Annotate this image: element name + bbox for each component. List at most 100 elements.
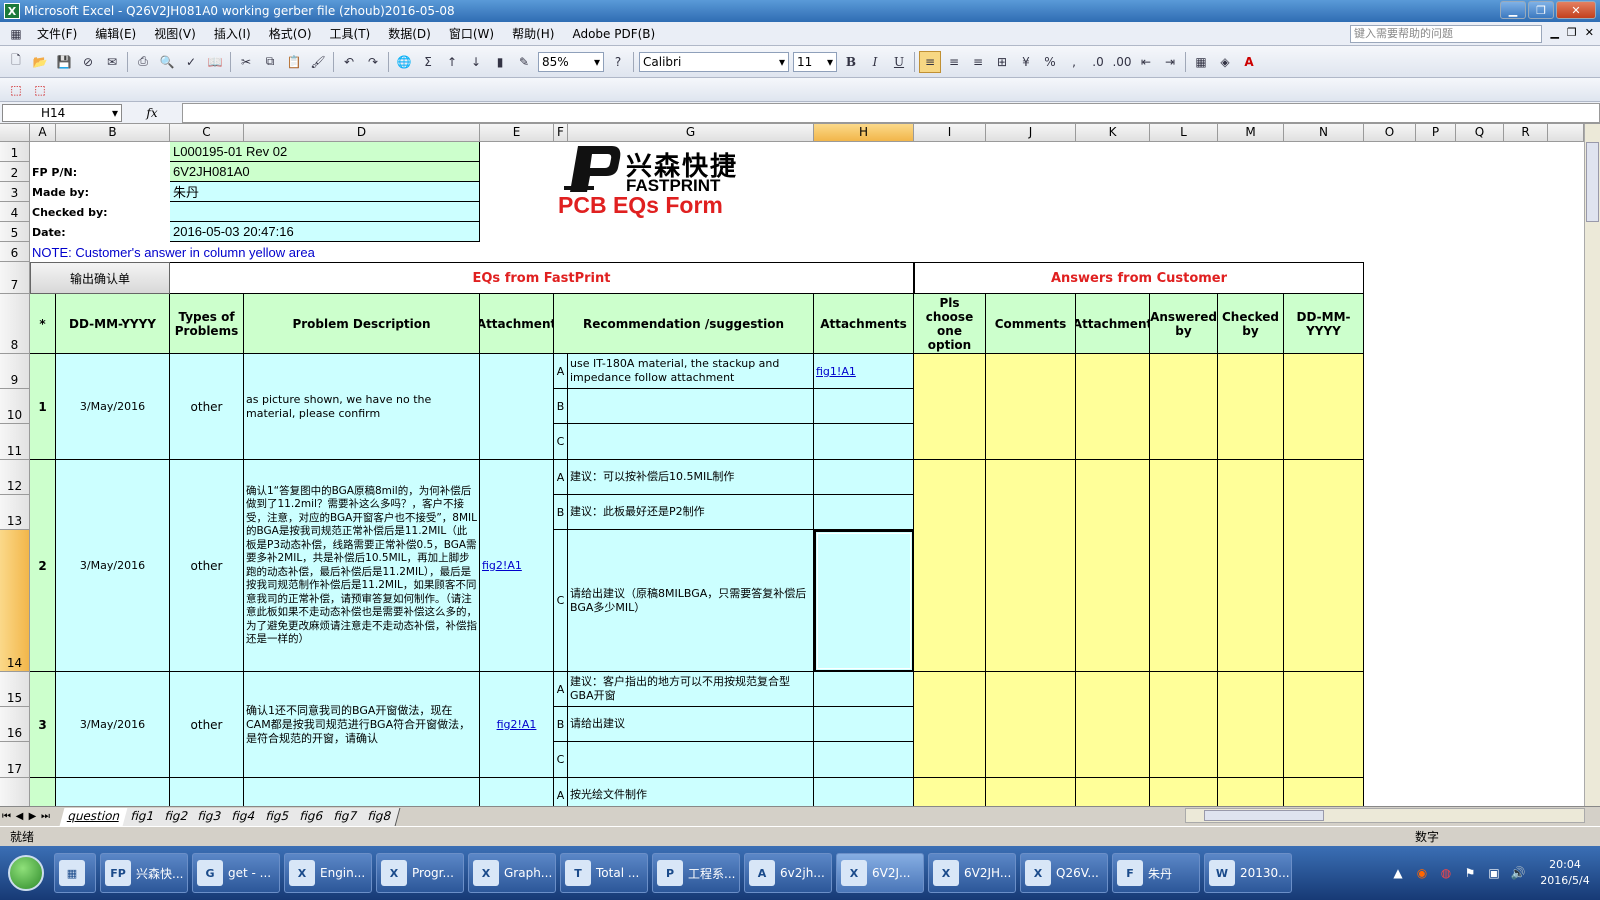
menu-help[interactable]: 帮助(H) bbox=[503, 25, 563, 42]
option-text[interactable]: use IT-180A material, the stackup and im… bbox=[568, 354, 814, 389]
answer-attachment-cell[interactable] bbox=[1076, 354, 1150, 460]
row-header[interactable]: 17 bbox=[0, 742, 30, 778]
fp-pn-cell[interactable]: 6V2JH081A0 bbox=[170, 162, 480, 182]
col-header-m[interactable]: M bbox=[1218, 124, 1284, 142]
option-text[interactable]: 请给出建议 bbox=[568, 707, 814, 742]
menu-adobe-pdf[interactable]: Adobe PDF(B) bbox=[563, 27, 664, 41]
start-button[interactable] bbox=[0, 849, 52, 897]
taskbar-item[interactable]: X Graph... bbox=[468, 853, 556, 893]
row-header[interactable]: 10 bbox=[0, 389, 30, 424]
restore-button[interactable]: ❐ bbox=[1528, 1, 1554, 19]
eq-problem[interactable]: 确认1“答复图中的BGA原稿8mil的，为何补偿后做到了11.2mil？需要补这… bbox=[244, 460, 480, 672]
menu-view[interactable]: 视图(V) bbox=[145, 25, 205, 42]
currency-icon[interactable]: ¥ bbox=[1015, 51, 1037, 73]
eq-type[interactable]: other bbox=[170, 354, 244, 460]
autosum-icon[interactable]: Σ bbox=[417, 51, 439, 73]
eq-type[interactable]: other bbox=[170, 672, 244, 778]
row-header[interactable]: 8 bbox=[0, 294, 30, 354]
worksheet-grid[interactable]: A B C D E F G H I J K L M N O P Q R 1 2 … bbox=[0, 124, 1584, 824]
col-header-s[interactable] bbox=[1548, 124, 1584, 142]
taskbar-item[interactable]: W 20130... bbox=[1204, 853, 1292, 893]
taskbar-item[interactable]: X Q26V... bbox=[1020, 853, 1108, 893]
option-text[interactable]: 建议：客户指出的地方可以不用按规范复合型GBA开窗 bbox=[568, 672, 814, 707]
row-header[interactable]: 3 bbox=[0, 182, 30, 202]
taskbar-item[interactable]: P 工程系... bbox=[652, 853, 740, 893]
option-attachment-cell[interactable] bbox=[814, 389, 914, 424]
taskbar-item[interactable]: X 6V2JH... bbox=[928, 853, 1016, 893]
row-header[interactable]: 16 bbox=[0, 707, 30, 742]
answer-date-cell[interactable] bbox=[1284, 672, 1364, 778]
answer-checked-cell[interactable] bbox=[1218, 354, 1284, 460]
new-icon[interactable]: 🗋 bbox=[5, 51, 27, 73]
answer-choose-cell[interactable] bbox=[914, 672, 986, 778]
research-icon[interactable]: 📖 bbox=[204, 51, 226, 73]
col-header-h[interactable]: H bbox=[814, 124, 914, 142]
row-header[interactable]: 2 bbox=[0, 162, 30, 182]
percent-icon[interactable]: % bbox=[1039, 51, 1061, 73]
close-button[interactable]: ✕ bbox=[1556, 1, 1596, 19]
option-text[interactable]: 建议：此板最好还是P2制作 bbox=[568, 495, 814, 530]
align-right-icon[interactable]: ≡ bbox=[967, 51, 989, 73]
open-icon[interactable]: 📂 bbox=[29, 51, 51, 73]
checked-by-cell[interactable] bbox=[170, 202, 480, 222]
col-header-f[interactable]: F bbox=[554, 124, 568, 142]
answer-checked-cell[interactable] bbox=[1218, 460, 1284, 672]
convert-pdf-email-icon[interactable]: ⬚ bbox=[29, 79, 51, 101]
help-icon[interactable]: ? bbox=[607, 51, 629, 73]
col-header-c[interactable]: C bbox=[170, 124, 244, 142]
sort-ascending-icon[interactable]: ↑ bbox=[441, 51, 463, 73]
minimize-button[interactable]: ▁ bbox=[1500, 1, 1526, 19]
row-header[interactable]: 15 bbox=[0, 672, 30, 707]
sheet-tab-fig8[interactable]: fig8 bbox=[359, 807, 400, 826]
italic-button[interactable]: I bbox=[864, 51, 886, 73]
eq-attachment-link[interactable]: fig2!A1 bbox=[482, 559, 522, 572]
answer-attachment-cell[interactable] bbox=[1076, 672, 1150, 778]
option-attachment-cell[interactable] bbox=[814, 460, 914, 495]
col-header-q[interactable]: Q bbox=[1456, 124, 1504, 142]
answer-answered-cell[interactable] bbox=[1150, 460, 1218, 672]
eq-date[interactable]: 3/May/2016 bbox=[56, 460, 170, 672]
align-left-icon[interactable]: ≡ bbox=[919, 50, 941, 73]
name-box[interactable]: H14 ▾ bbox=[2, 103, 122, 122]
menu-format[interactable]: 格式(O) bbox=[260, 25, 321, 42]
font-color-icon[interactable]: A bbox=[1238, 51, 1260, 73]
borders-icon[interactable]: ▦ bbox=[1190, 51, 1212, 73]
redo-icon[interactable]: ↷ bbox=[362, 51, 384, 73]
eq-attachment[interactable] bbox=[480, 354, 554, 460]
tray-expand-icon[interactable]: ▲ bbox=[1387, 862, 1409, 884]
menu-data[interactable]: 数据(D) bbox=[379, 25, 440, 42]
answer-comments-cell[interactable] bbox=[986, 354, 1076, 460]
eq-attachment-link[interactable]: fig2!A1 bbox=[497, 718, 537, 731]
decrease-decimal-icon[interactable]: .00 bbox=[1111, 51, 1133, 73]
taskbar-item[interactable]: Gget - ... bbox=[192, 853, 280, 893]
save-icon[interactable]: 💾 bbox=[53, 51, 75, 73]
col-header-g[interactable]: G bbox=[568, 124, 814, 142]
fx-icon[interactable]: fx bbox=[122, 106, 182, 120]
hyperlink-icon[interactable]: 🌐 bbox=[393, 51, 415, 73]
zoom-select[interactable]: 85% ▾ bbox=[538, 51, 604, 72]
increase-indent-icon[interactable]: ⇥ bbox=[1159, 51, 1181, 73]
taskbar-item[interactable]: T Total ... bbox=[560, 853, 648, 893]
row-header[interactable]: 13 bbox=[0, 495, 30, 530]
selected-cell-h14[interactable] bbox=[814, 530, 914, 672]
row-header[interactable]: 14 bbox=[0, 530, 30, 672]
email-icon[interactable]: ✉ bbox=[101, 51, 123, 73]
next-sheet-icon[interactable]: ▶ bbox=[26, 811, 39, 822]
answer-attachment-cell[interactable] bbox=[1076, 460, 1150, 672]
row-header[interactable]: 1 bbox=[0, 142, 30, 162]
tray-app-icon[interactable]: ◉ bbox=[1411, 862, 1433, 884]
option-attachment-cell[interactable] bbox=[814, 707, 914, 742]
taskbar-calculator[interactable]: ▦ bbox=[54, 853, 96, 893]
doc-minimize-button[interactable]: ▁ bbox=[1550, 26, 1558, 39]
answer-choose-cell[interactable] bbox=[914, 354, 986, 460]
row-header[interactable]: 4 bbox=[0, 202, 30, 222]
menu-window[interactable]: 窗口(W) bbox=[440, 25, 503, 42]
drawing-icon[interactable]: ✎ bbox=[513, 51, 535, 73]
format-painter-icon[interactable]: 🖌 bbox=[307, 51, 329, 73]
row-header[interactable]: 6 bbox=[0, 242, 30, 262]
vertical-scrollbar[interactable] bbox=[1584, 124, 1600, 808]
sheet-tab-question[interactable]: question bbox=[59, 807, 130, 826]
option-text[interactable]: 建议：可以按补偿后10.5MIL制作 bbox=[568, 460, 814, 495]
menu-tools[interactable]: 工具(T) bbox=[321, 25, 380, 42]
col-header-d[interactable]: D bbox=[244, 124, 480, 142]
